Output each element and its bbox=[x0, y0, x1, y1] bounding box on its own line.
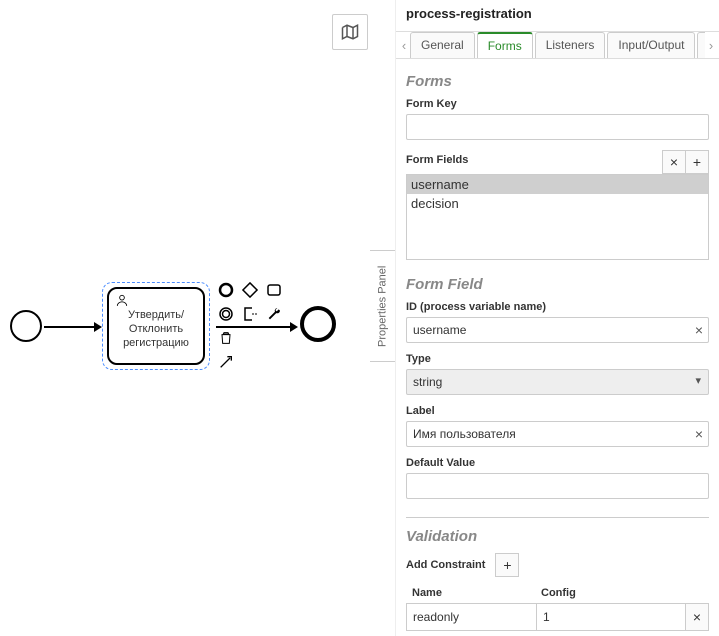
list-item[interactable]: decision bbox=[407, 194, 708, 213]
pad-append-intermediate[interactable] bbox=[216, 304, 236, 324]
form-fields-list[interactable]: username decision bbox=[406, 174, 709, 260]
task-icon bbox=[266, 282, 282, 298]
times-icon: × bbox=[670, 154, 678, 170]
arrow-head-icon bbox=[94, 322, 102, 332]
form-fields-label: Form Fields bbox=[406, 154, 662, 166]
pad-append-gateway[interactable] bbox=[240, 280, 260, 300]
connect-icon bbox=[218, 354, 234, 370]
form-key-input[interactable] bbox=[406, 114, 709, 140]
element-id-title: process-registration bbox=[396, 0, 719, 31]
tabs-scroll-right[interactable]: › bbox=[705, 38, 717, 53]
user-task-label: Утвердить/Отклонить регистрацию bbox=[113, 308, 199, 351]
tab-extensions[interactable]: Extensions bbox=[697, 32, 705, 58]
end-event[interactable] bbox=[300, 306, 336, 342]
constraints-col-name: Name bbox=[406, 587, 536, 603]
constraint-config-input[interactable] bbox=[536, 603, 686, 631]
pad-append-task[interactable] bbox=[264, 280, 284, 300]
clear-icon[interactable]: × bbox=[695, 323, 703, 337]
minimap-toggle[interactable] bbox=[332, 14, 368, 50]
panel-toggle-label: Properties Panel bbox=[377, 265, 389, 346]
trash-icon bbox=[218, 330, 234, 346]
form-field-add-button[interactable]: + bbox=[685, 150, 709, 174]
tab-general[interactable]: General bbox=[410, 32, 475, 58]
diamond-icon bbox=[242, 282, 258, 298]
pad-annotation[interactable] bbox=[240, 304, 260, 324]
pad-connect[interactable] bbox=[216, 352, 236, 372]
panel-toggle[interactable]: Properties Panel bbox=[370, 250, 396, 362]
ff-id-label: ID (process variable name) bbox=[406, 301, 709, 313]
section-validation-title: Validation bbox=[406, 528, 709, 545]
ff-label-label: Label bbox=[406, 405, 709, 417]
circle-bold-icon bbox=[218, 282, 234, 298]
divider bbox=[406, 517, 709, 518]
user-task[interactable]: Утвердить/Отклонить регистрацию bbox=[102, 282, 210, 370]
constraint-name-input[interactable] bbox=[406, 603, 537, 631]
ff-type-label: Type bbox=[406, 353, 709, 365]
plus-icon: + bbox=[693, 154, 701, 170]
clear-icon[interactable]: × bbox=[695, 427, 703, 441]
table-row: × bbox=[406, 603, 709, 631]
list-item[interactable]: username bbox=[407, 175, 708, 194]
constraint-remove-button[interactable]: × bbox=[685, 603, 709, 631]
ff-default-input[interactable] bbox=[406, 473, 709, 499]
sequence-flow[interactable] bbox=[216, 326, 292, 328]
form-key-label: Form Key bbox=[406, 98, 709, 110]
ff-id-input[interactable] bbox=[406, 317, 709, 343]
tab-bar: ‹ General Forms Listeners Input/Output E… bbox=[396, 31, 719, 59]
tab-forms[interactable]: Forms bbox=[477, 32, 533, 58]
plus-icon: + bbox=[503, 557, 511, 573]
start-event[interactable] bbox=[10, 310, 42, 342]
tabs-scroll-left[interactable]: ‹ bbox=[398, 38, 410, 53]
annotation-icon bbox=[242, 306, 258, 322]
sequence-flow[interactable] bbox=[44, 326, 96, 328]
add-constraint-button[interactable]: + bbox=[495, 553, 519, 577]
double-circle-icon bbox=[218, 306, 234, 322]
pad-append-event[interactable] bbox=[216, 280, 236, 300]
wrench-icon bbox=[266, 306, 282, 322]
times-icon: × bbox=[693, 609, 701, 625]
tab-input-output[interactable]: Input/Output bbox=[607, 32, 695, 58]
constraints-col-config: Config bbox=[535, 587, 685, 603]
ff-type-select[interactable]: string bbox=[406, 369, 709, 395]
bpmn-diagram: Утвердить/Отклонить регистрацию bbox=[10, 280, 370, 400]
form-field-remove-button[interactable]: × bbox=[662, 150, 686, 174]
section-form-field-title: Form Field bbox=[406, 276, 709, 293]
map-icon bbox=[341, 23, 359, 41]
pad-wrench[interactable] bbox=[264, 304, 284, 324]
pad-delete[interactable] bbox=[216, 328, 236, 348]
user-icon bbox=[115, 293, 129, 307]
arrow-head-icon bbox=[290, 322, 298, 332]
tab-listeners[interactable]: Listeners bbox=[535, 32, 606, 58]
ff-label-input[interactable] bbox=[406, 421, 709, 447]
diagram-canvas[interactable]: Утвердить/Отклонить регистрацию bbox=[0, 0, 380, 636]
properties-panel: process-registration ‹ General Forms Lis… bbox=[395, 0, 719, 636]
section-forms-title: Forms bbox=[406, 73, 709, 90]
ff-default-label: Default Value bbox=[406, 457, 709, 469]
add-constraint-label: Add Constraint bbox=[406, 559, 485, 571]
